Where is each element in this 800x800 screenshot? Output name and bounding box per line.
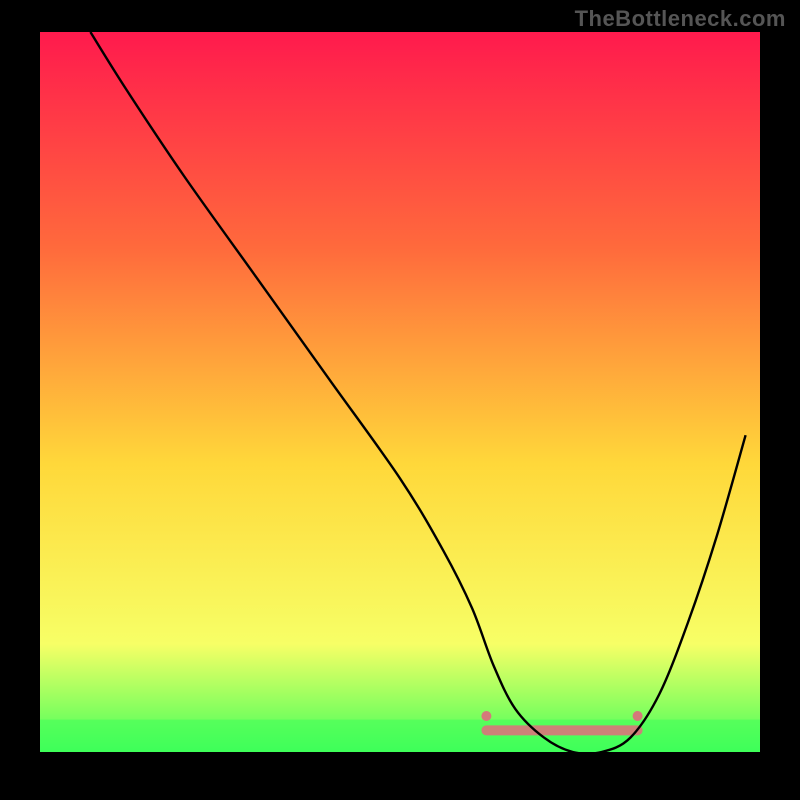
watermark-text: TheBottleneck.com (575, 6, 786, 32)
chart-svg (40, 32, 760, 752)
plot-area (40, 32, 760, 752)
chart-container: TheBottleneck.com (0, 0, 800, 800)
